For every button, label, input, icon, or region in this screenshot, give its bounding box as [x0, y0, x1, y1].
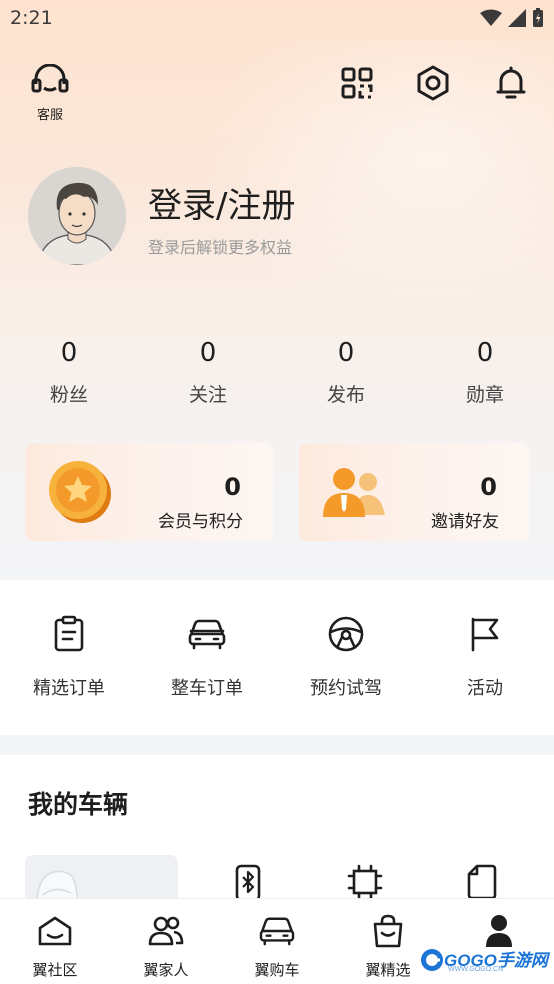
points-label: 会员与积分: [158, 512, 243, 532]
invite-label: 邀请好友: [431, 512, 499, 532]
chip-icon: [347, 864, 383, 900]
watermark-subtext: WWW.GOGO.CN: [448, 966, 504, 973]
signal-icon: [508, 9, 526, 27]
stat-value: 0: [337, 338, 355, 368]
vehicle-document-button[interactable]: [462, 863, 502, 903]
quick-action-vehicle-orders[interactable]: 整车订单: [147, 614, 267, 700]
quick-action-events[interactable]: 活动: [425, 614, 545, 700]
flag-icon: [471, 617, 499, 652]
stat-label: 关注: [188, 384, 227, 406]
quick-action-label: 预约试驾: [310, 678, 382, 699]
stat-badges[interactable]: 0 勋章: [435, 338, 535, 407]
shopping-bag-icon: [373, 914, 403, 948]
tab-label: 翼家人: [143, 961, 189, 979]
settings-button[interactable]: [414, 64, 452, 102]
status-icons: [480, 8, 544, 28]
stat-label: 发布: [326, 384, 365, 406]
digital-key-button[interactable]: [228, 863, 268, 903]
car-icon: [259, 917, 295, 946]
steering-wheel-icon: [328, 616, 364, 652]
stats-row: 0 粉丝 0 关注 0 发布 0 勋章: [0, 338, 554, 418]
stat-posts[interactable]: 0 发布: [296, 338, 396, 407]
battery-icon: [533, 8, 543, 27]
coin-star-icon: [49, 461, 111, 523]
customer-service-label: 客服: [36, 108, 63, 123]
customer-service-button[interactable]: 客服: [28, 63, 72, 123]
watermark: GOGO手游网 WWW.GOGO.CN: [418, 944, 554, 980]
stat-value: 0: [476, 338, 494, 368]
tab-community[interactable]: 翼社区: [10, 913, 100, 980]
tab-label: 翼购车: [254, 961, 300, 979]
stat-label: 勋章: [465, 384, 504, 406]
qr-code-icon: [341, 67, 373, 99]
car-icon: [188, 619, 226, 650]
tab-buy-car[interactable]: 翼购车: [232, 913, 322, 980]
quick-action-selected-orders[interactable]: 精选订单: [9, 614, 129, 700]
avatar[interactable]: [28, 167, 126, 265]
quick-action-label: 整车订单: [171, 678, 243, 699]
quick-actions-panel: 精选订单 整车订单 预约试驾 活动: [0, 580, 554, 735]
qr-code-button[interactable]: [338, 64, 376, 102]
stat-value: 0: [60, 338, 78, 368]
quick-action-label: 精选订单: [33, 678, 105, 699]
login-subtitle: 登录后解锁更多权益: [148, 238, 293, 257]
stat-label: 粉丝: [49, 384, 88, 406]
tab-family[interactable]: 翼家人: [121, 913, 211, 980]
clipboard-icon: [54, 615, 84, 652]
quick-action-label: 活动: [467, 678, 503, 699]
invite-card[interactable]: 0 邀请好友: [299, 443, 529, 541]
people-icon: [148, 916, 184, 946]
points-value: 0: [224, 473, 241, 501]
watermark-logo-icon: [421, 949, 443, 971]
wifi-icon: [480, 9, 502, 26]
bell-icon: [496, 66, 526, 99]
notification-button[interactable]: [492, 64, 530, 102]
settings-icon: [417, 65, 449, 101]
avatar-illustration: [28, 167, 126, 265]
status-time: 2:21: [10, 7, 53, 29]
friends-icon: [323, 468, 385, 517]
vehicle-chip-button[interactable]: [345, 863, 385, 903]
section-title: 我的车辆: [28, 790, 129, 819]
tab-label: 翼社区: [32, 961, 78, 979]
points-card[interactable]: 0 会员与积分: [25, 443, 273, 541]
headset-icon: [31, 63, 69, 93]
document-icon: [467, 864, 497, 900]
community-icon: [38, 916, 72, 946]
stat-following[interactable]: 0 关注: [158, 338, 258, 407]
login-register-link[interactable]: 登录/注册: [148, 178, 295, 227]
stat-fans[interactable]: 0 粉丝: [19, 338, 119, 407]
invite-value: 0: [480, 473, 497, 501]
quick-action-test-drive[interactable]: 预约试驾: [286, 614, 406, 700]
bluetooth-key-icon: [235, 864, 261, 902]
status-bar: 2:21: [0, 0, 554, 38]
stat-value: 0: [199, 338, 217, 368]
